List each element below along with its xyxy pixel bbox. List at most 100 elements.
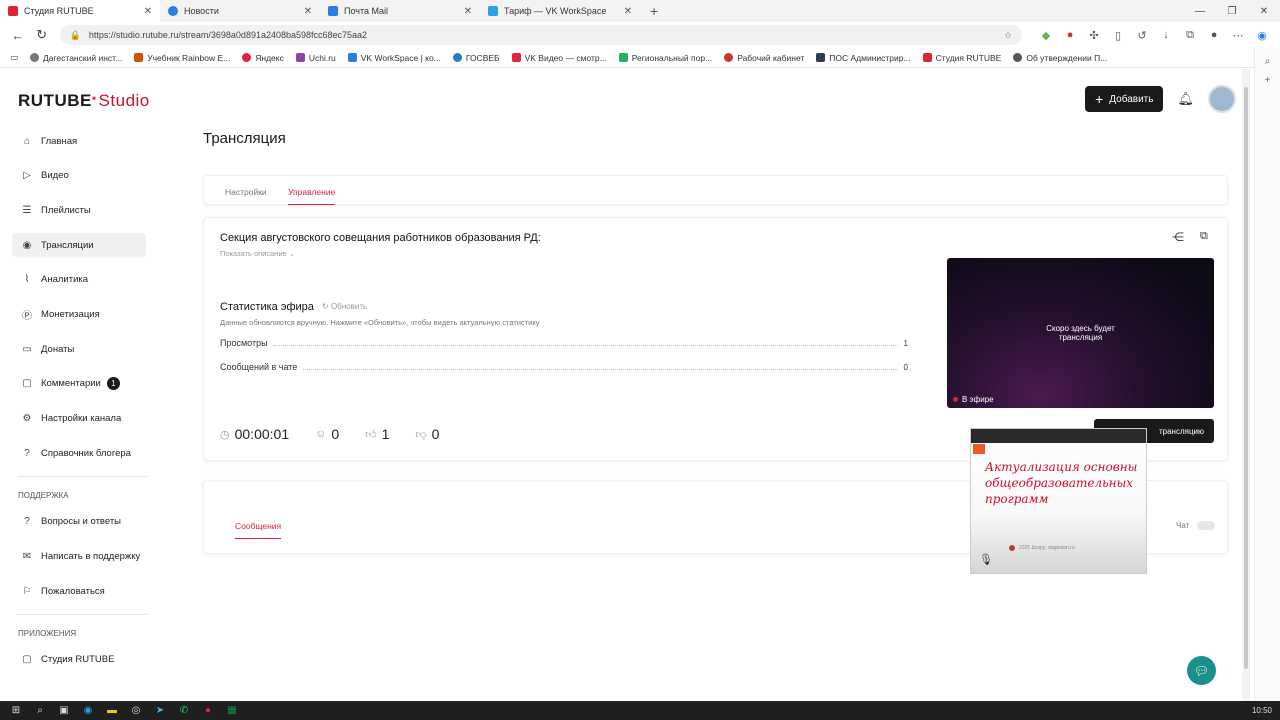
show-description-link[interactable]: Показать описание ⌄ <box>220 249 295 258</box>
stats-note: Данные обновляются вручную. Нажмите «Обн… <box>220 318 540 327</box>
add-icon[interactable]: + <box>1255 75 1280 86</box>
bookmark-item[interactable]: Региональный пор... <box>618 53 712 63</box>
search-icon[interactable]: ⌕ <box>28 705 52 716</box>
bookmark-item[interactable]: Uchi.ru <box>295 53 336 63</box>
bookmark-item[interactable]: Студия RUTUBE <box>922 53 1001 63</box>
file-explorer-icon[interactable]: ▬ <box>100 705 124 716</box>
back-icon[interactable]: ← <box>6 28 30 43</box>
sidebar-item-analytics[interactable]: ⌇ Аналитика <box>12 268 146 292</box>
pip-preview-window[interactable]: Актуализация основны общеобразовательных… <box>970 428 1147 574</box>
extension-icon[interactable]: ◆ <box>1034 29 1058 42</box>
sidebar-item-write-support[interactable]: ✉ Написать в поддержку <box>12 545 146 569</box>
bookmark-favicon-icon <box>1013 53 1023 62</box>
whatsapp-icon[interactable]: ✆ <box>172 705 196 716</box>
sidebar-item-report[interactable]: ⚐ Пожаловаться <box>12 579 146 603</box>
tab-messages[interactable]: Сообщения <box>235 521 282 539</box>
bookmark-item[interactable]: Об утверждении П... <box>1013 53 1107 63</box>
sidebar-item-studio-app[interactable]: ▢ Студия RUTUBE <box>12 648 146 672</box>
new-tab-icon[interactable]: + <box>650 3 658 19</box>
share-icon[interactable]: ⋲ <box>1172 230 1184 244</box>
bookmark-favicon-icon <box>922 53 932 62</box>
bookmark-star-icon[interactable]: ☆ <box>1004 30 1012 41</box>
split-view-icon[interactable]: ▯ <box>1106 29 1130 42</box>
tab-settings[interactable]: Настройки <box>225 187 267 197</box>
timer-value: 00:00:01 <box>234 426 290 442</box>
stream-player[interactable]: Скоро здесь будет трансляция В эфире <box>947 258 1214 408</box>
sidebar-item-video[interactable]: ▷ Видео <box>12 164 146 188</box>
puzzle-icon[interactable]: ✣ <box>1082 29 1106 42</box>
chrome-icon[interactable]: ◎ <box>124 705 148 716</box>
add-button[interactable]: + Добавить <box>1085 86 1164 112</box>
bookmarks-folder-icon[interactable]: ▭ <box>10 52 18 63</box>
telegram-icon[interactable]: ➤ <box>148 705 172 716</box>
chat-toggle[interactable]: Чат <box>1176 521 1216 530</box>
vk-favicon-icon <box>488 6 498 16</box>
browser-tab-rutube[interactable]: Студия RUTUBE ✕ <box>0 0 160 22</box>
show-description-label: Показать описание <box>220 249 287 258</box>
sidebar-item-comments[interactable]: ▢ Комментарии 1 <box>12 372 146 396</box>
close-tab-icon[interactable]: ✕ <box>304 6 312 17</box>
sidebar-item-channel-settings[interactable]: ⚙ Настройки канала <box>12 407 146 431</box>
close-tab-icon[interactable]: ✕ <box>464 6 472 17</box>
menu-dots-icon[interactable]: ⋯ <box>1226 29 1250 42</box>
scrollbar-thumb[interactable] <box>1244 87 1248 669</box>
copilot-icon[interactable]: ◉ <box>1250 29 1274 42</box>
app-icon[interactable]: ● <box>196 705 220 716</box>
minimize-icon[interactable]: — <box>1184 0 1216 22</box>
bookmark-item[interactable]: VK WorkSpace | ко... <box>347 53 441 63</box>
toggle-switch[interactable] <box>1197 521 1216 530</box>
news-favicon-icon <box>168 6 178 16</box>
bookmark-item[interactable]: Рабочий кабинет <box>724 53 804 63</box>
viewers-value: 0 <box>331 426 340 442</box>
sidebar-item-faq[interactable]: ? Вопросы и ответы <box>12 510 146 534</box>
bookmark-item[interactable]: Учебник Rainbow E... <box>134 53 230 63</box>
monetization-icon: Ⓟ <box>22 310 32 322</box>
bell-icon[interactable]: 🔔︎ <box>1177 91 1194 107</box>
search-icon[interactable]: ⌕ <box>1255 56 1280 67</box>
history-icon[interactable]: ↺ <box>1130 29 1154 42</box>
sidebar-item-blogger-guide[interactable]: ? Справочник блогера <box>12 441 146 465</box>
bookmarks-bar: ▭ Дагестанский инст... Учебник Rainbow E… <box>0 48 1280 68</box>
question-icon: ? <box>24 516 30 528</box>
bookmark-item[interactable]: VK Видео — смотр... <box>511 53 607 63</box>
sidebar-item-monetization[interactable]: Ⓟ Монетизация <box>12 302 146 326</box>
refresh-button[interactable]: ↻ Обновить <box>322 302 367 311</box>
close-tab-icon[interactable]: ✕ <box>144 6 152 17</box>
support-chat-button[interactable]: 💬︎ <box>1187 656 1216 685</box>
sidebar-item-label: Главная <box>41 135 78 147</box>
task-view-icon[interactable]: ▣ <box>52 705 76 716</box>
avatar[interactable] <box>1208 85 1236 113</box>
profile-icon[interactable]: ● <box>1202 29 1226 42</box>
rutube-studio-logo[interactable]: RUTUBE• Studio <box>18 91 150 111</box>
close-tab-icon[interactable]: ✕ <box>624 6 632 17</box>
sidebar-item-home[interactable]: ⌂ Главная <box>12 129 146 153</box>
stat-value: 1 <box>903 338 908 348</box>
extension-icon[interactable]: ● <box>1058 29 1082 42</box>
excel-icon[interactable]: ▦ <box>220 705 244 716</box>
windows-start-icon[interactable]: ⊞ <box>4 705 28 716</box>
bookmark-item[interactable]: ПОС Администрир... <box>816 53 911 63</box>
mic-muted-icon[interactable]: 🎙︎ <box>979 553 993 566</box>
bookmark-item[interactable]: Дагестанский инст... <box>30 53 122 63</box>
url-field[interactable]: 🔒 https://studio.rutube.ru/stream/3698a0… <box>59 25 1023 45</box>
browser-tab-news[interactable]: Новости ✕ <box>160 0 320 22</box>
browser-tab-mail[interactable]: Почта Mail ✕ <box>320 0 480 22</box>
bookmark-item[interactable]: Яндекс <box>242 53 284 63</box>
close-window-icon[interactable]: ✕ <box>1248 0 1280 22</box>
sidebar-item-broadcasts[interactable]: ◉ Трансляции <box>12 233 146 258</box>
download-icon[interactable]: ↓ <box>1154 29 1178 42</box>
sidebar-item-playlists[interactable]: ☰ Плейлисты <box>12 198 146 222</box>
bookmark-item[interactable]: ГОСВЕБ <box>452 53 500 63</box>
tab-manage[interactable]: Управление <box>288 187 336 205</box>
reload-icon[interactable]: ↻ <box>30 27 54 43</box>
sidebar-item-donates[interactable]: ▭ Донаты <box>12 337 146 361</box>
stream-title: Секция августовского совещания работнико… <box>220 232 541 244</box>
edge-browser-icon[interactable]: ◉ <box>76 705 100 716</box>
live-label: В эфире <box>962 395 994 404</box>
page-scrollbar[interactable] <box>1242 69 1250 701</box>
maximize-icon[interactable]: ❐ <box>1216 0 1248 22</box>
collections-icon[interactable]: ⧉ <box>1178 29 1202 42</box>
browser-tab-vk-workspace[interactable]: Тариф — VK WorkSpace ✕ <box>480 0 640 22</box>
sidebar-item-label: Аналитика <box>41 274 89 286</box>
external-link-icon[interactable]: ⧉ <box>1200 230 1208 243</box>
